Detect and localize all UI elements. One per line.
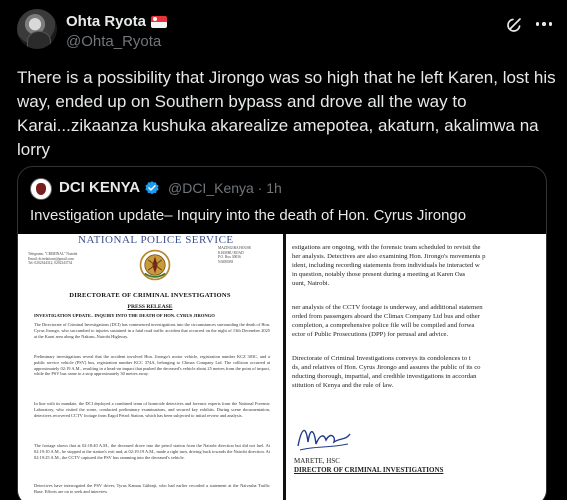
doc-line: nducting thorough, impartial, and credib…	[292, 373, 477, 380]
paragraph: The footage shows that at 02:18:40 A.M.,…	[34, 443, 270, 460]
quoted-handle-time: @DCI_Kenya · 1h	[168, 180, 282, 196]
signatory-title: DIRECTOR OF CRIMINAL INVESTIGATIONS	[294, 466, 444, 474]
more-options-icon[interactable]	[533, 14, 555, 34]
press-release-image[interactable]: NATIONAL POLICE SERVICE Telegrams: "CRIM…	[18, 234, 546, 500]
dot-separator: ·	[257, 180, 263, 196]
tweet: Ohta Ryota @Ohta_Ryota There is a possib…	[0, 0, 567, 500]
quoted-author-name[interactable]: DCI KENYA	[59, 179, 160, 196]
doc-line: in question, notably those present durin…	[292, 271, 466, 278]
doc-line: her analysis. Detectives are also examin…	[292, 253, 486, 260]
press-release-label: PRESS RELEASE	[127, 304, 173, 310]
document-header: NATIONAL POLICE SERVICE	[78, 234, 234, 246]
paragraph: In line with its mandate, the DCI deploy…	[34, 401, 270, 418]
update-heading: INVESTIGATION UPDATE– INQUIRY INTO THE D…	[34, 313, 215, 318]
quoted-avatar[interactable]	[30, 178, 52, 200]
singapore-flag-icon	[151, 15, 168, 28]
quoted-tweet-text: Investigation update– Inquiry into the d…	[30, 207, 467, 224]
author-name-text[interactable]: Ohta Ryota	[66, 13, 146, 30]
author-name[interactable]: Ohta Ryota	[66, 13, 168, 30]
signature-icon	[297, 429, 351, 451]
paragraph: The Directorate of Criminal Investigatio…	[34, 322, 270, 339]
doc-line: stitution of Kenya and the rule of law.	[292, 382, 394, 389]
doc-line: Directorate of Criminal Investigations c…	[292, 355, 471, 362]
press-release-page-1: NATIONAL POLICE SERVICE Telegrams: "CRIM…	[18, 234, 282, 500]
doc-line: ner analysis of the CCTV footage is unde…	[292, 304, 483, 311]
quoted-handle[interactable]: @DCI_Kenya	[168, 180, 254, 196]
quoted-author-name-text[interactable]: DCI KENYA	[59, 179, 140, 196]
author-handle[interactable]: @Ohta_Ryota	[66, 33, 161, 50]
signatory-name: MARETE, HSC	[294, 457, 340, 465]
avatar[interactable]	[17, 9, 57, 49]
doc-line: estigations are ongoing, with the forens…	[292, 244, 481, 251]
quoted-tweet[interactable]: DCI KENYA @DCI_Kenya · 1h Investigation …	[17, 166, 547, 500]
doc-line: ector of Public Prosecutions (DPP) for p…	[292, 331, 449, 338]
tweet-text: There is a possibility that Jirongo was …	[17, 68, 556, 159]
police-seal-icon	[139, 249, 171, 281]
doc-line: completion, a comprehensive police file …	[292, 322, 475, 329]
grok-icon[interactable]	[505, 14, 525, 34]
doc-line: ds, and relatives of Hon. Cyrus Jirongo …	[292, 364, 481, 371]
doc-line: uunt, Nairobi.	[292, 280, 330, 287]
contact-info-right: MAZINGIRA HOUSE KIAMBU ROAD P.O. Box 300…	[218, 246, 252, 264]
verified-badge-icon	[145, 180, 159, 194]
doc-line: orded from passengers aboard the Climax …	[292, 313, 480, 320]
timestamp[interactable]: 1h	[266, 180, 282, 196]
directorate-title: DIRECTORATE OF CRIMINAL INVESTIGATIONS	[69, 292, 231, 299]
paragraph: Preliminary investigations reveal that t…	[34, 354, 270, 377]
contact-info-left: Telegrams: "CRIMINAL" Nairobi Email: dci…	[28, 252, 78, 266]
doc-line: ident, including recording statements fr…	[292, 262, 480, 269]
paragraph: Detectives have interrogated the PSV dri…	[34, 483, 270, 494]
press-release-page-2: estigations are ongoing, with the forens…	[286, 234, 546, 500]
